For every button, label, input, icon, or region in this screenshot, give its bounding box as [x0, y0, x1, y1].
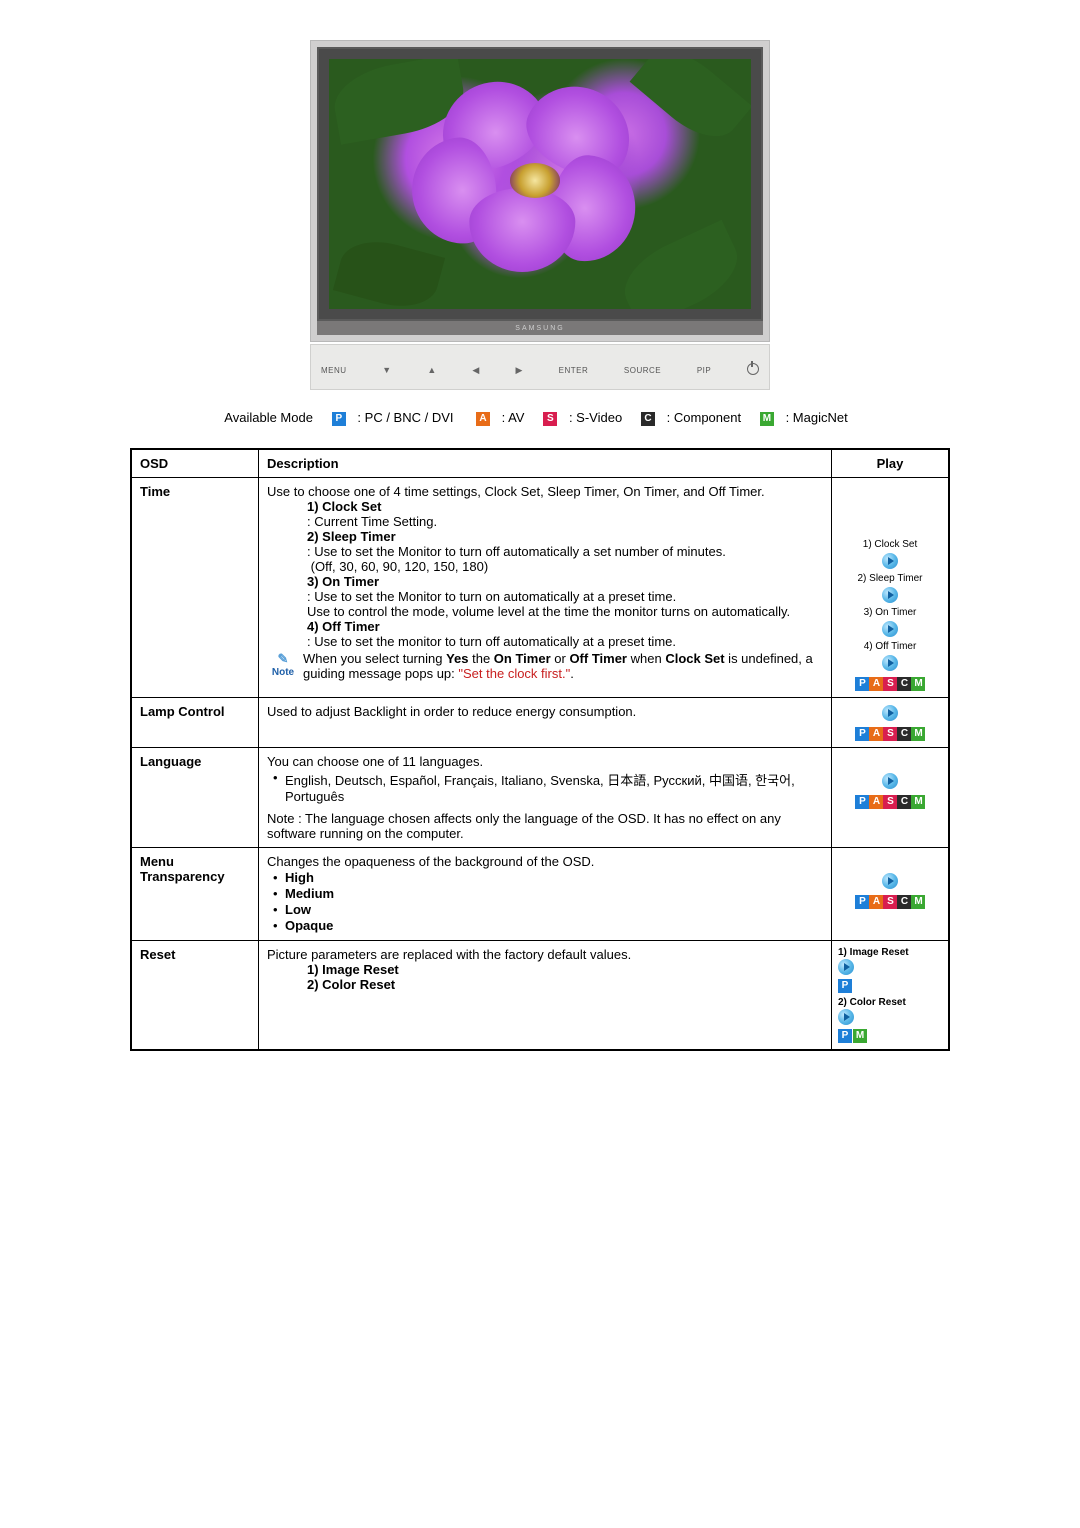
table-header-row: OSD Description Play [131, 449, 949, 478]
available-mode-label: Available Mode [224, 410, 313, 425]
osd-lamp: Lamp Control [140, 704, 225, 719]
play-language-badges: PASCM [840, 795, 940, 809]
reset-item1: 1) Image Reset [307, 962, 399, 977]
control-enter: ENTER [559, 366, 589, 375]
language-note: Note : The language chosen affects only … [267, 811, 823, 841]
row-reset: Reset Picture parameters are replaced wi… [131, 940, 949, 1050]
mode-badge-c: C [641, 412, 655, 426]
note-icon: Note [267, 651, 299, 678]
play-btn-icon [838, 959, 854, 975]
control-left: ◀ [472, 365, 479, 376]
menu-opt-low: Low [285, 902, 311, 917]
play-time-2: 2) Sleep Timer [840, 573, 940, 584]
play-time-3: 3) On Timer [840, 607, 940, 618]
menu-opt-opaque: Opaque [285, 918, 333, 933]
mode-badge-p: P [332, 412, 346, 426]
mode-badge-m: M [760, 412, 774, 426]
mode-badge-a: A [476, 412, 490, 426]
time-item1-heading: 1) Clock Set [307, 499, 381, 514]
header-description: Description [259, 449, 832, 478]
row-language: Language You can choose one of 11 langua… [131, 747, 949, 847]
mode-text-c: : Component [667, 410, 741, 425]
mode-badge-s: S [543, 412, 557, 426]
language-intro: You can choose one of 11 languages. [267, 754, 823, 769]
monitor-brand: SAMSUNG [317, 321, 763, 335]
play-lamp-badges: PASCM [840, 727, 940, 741]
mode-text-s: : S-Video [569, 410, 622, 425]
play-btn-icon [838, 1009, 854, 1025]
play-btn-icon [882, 773, 898, 789]
play-time-badges: PASCM [840, 677, 940, 691]
play-time-1: 1) Clock Set [840, 539, 940, 550]
time-item2-body: : Use to set the Monitor to turn off aut… [307, 544, 823, 559]
control-down: ▼ [382, 365, 391, 375]
row-lamp-control: Lamp Control Used to adjust Backlight in… [131, 697, 949, 747]
play-reset-1: 1) Image Reset [838, 947, 909, 958]
mode-text-a: : AV [502, 410, 525, 425]
time-intro: Use to choose one of 4 time settings, Cl… [267, 484, 765, 499]
time-item1-body: : Current Time Setting. [307, 514, 823, 529]
play-menu-badges: PASCM [840, 895, 940, 909]
play-btn-icon [882, 655, 898, 671]
mode-text-p: : PC / BNC / DVI [357, 410, 453, 425]
time-item2-extra: (Off, 30, 60, 90, 120, 150, 180) [311, 559, 489, 574]
time-item3-body: : Use to set the Monitor to turn on auto… [307, 589, 823, 604]
time-item4-body: : Use to set the monitor to turn off aut… [307, 634, 823, 649]
available-mode-line: Available Mode P : PC / BNC / DVI A : AV… [130, 410, 950, 426]
mode-text-m: : MagicNet [786, 410, 848, 425]
control-menu: MENU [321, 366, 347, 375]
reset-item2: 2) Color Reset [307, 977, 395, 992]
control-right: ▶ [516, 365, 523, 376]
play-reset-2: 2) Color Reset [838, 997, 906, 1008]
osd-time: Time [140, 484, 170, 499]
control-source: SOURCE [624, 366, 661, 375]
lamp-body: Used to adjust Backlight in order to red… [259, 697, 832, 747]
play-btn-icon [882, 587, 898, 603]
monitor-illustration: SAMSUNG MENU ▼ ▲ ◀ ▶ ENTER SOURCE PIP [310, 40, 770, 390]
time-item3-body2: Use to control the mode, volume level at… [307, 604, 823, 619]
row-time: Time Use to choose one of 4 time setting… [131, 477, 949, 697]
monitor-controls: MENU ▼ ▲ ◀ ▶ ENTER SOURCE PIP [310, 344, 770, 390]
reset-intro: Picture parameters are replaced with the… [267, 947, 823, 962]
play-btn-icon [882, 553, 898, 569]
play-btn-icon [882, 705, 898, 721]
reset-badge-m: M [853, 1029, 867, 1043]
menu-opt-high: High [285, 870, 314, 885]
osd-reset: Reset [140, 947, 175, 962]
control-power-icon [747, 363, 759, 377]
monitor-screen [329, 59, 751, 309]
reset-badge-p: P [838, 979, 852, 993]
osd-table: OSD Description Play Time Use to choose … [130, 448, 950, 1051]
reset-badge-p2: P [838, 1029, 852, 1043]
control-up: ▲ [427, 365, 436, 375]
menu-opt-medium: Medium [285, 886, 334, 901]
play-btn-icon [882, 621, 898, 637]
time-item3-heading: 3) On Timer [307, 574, 379, 589]
header-play: Play [832, 449, 950, 478]
play-btn-icon [882, 873, 898, 889]
time-note-text: When you select turning Yes the On Timer… [303, 651, 823, 681]
play-time-4: 4) Off Timer [840, 641, 940, 652]
menu-intro: Changes the opaqueness of the background… [267, 854, 823, 869]
time-item2-heading: 2) Sleep Timer [307, 529, 396, 544]
time-item4-heading: 4) Off Timer [307, 619, 380, 634]
control-pip: PIP [697, 366, 711, 375]
language-list: English, Deutsch, Español, Français, Ita… [285, 770, 823, 804]
osd-menu: Menu Transparency [140, 854, 225, 884]
osd-language: Language [140, 754, 201, 769]
header-osd: OSD [131, 449, 259, 478]
row-menu-transparency: Menu Transparency Changes the opaqueness… [131, 847, 949, 940]
